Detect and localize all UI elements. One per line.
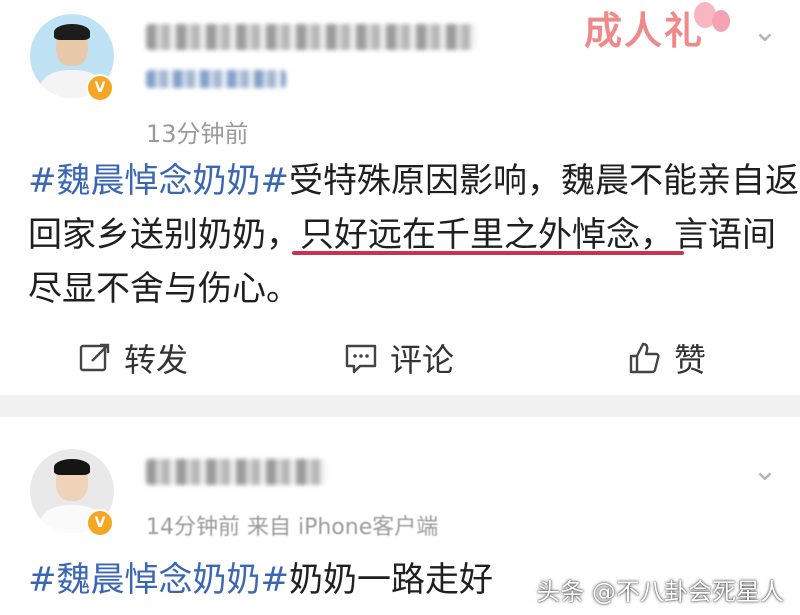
coming-of-age-sticker: 成人礼 bbox=[564, 0, 744, 53]
post-divider bbox=[0, 395, 800, 417]
repost-icon bbox=[79, 343, 110, 372]
comment-button[interactable]: 评论 bbox=[344, 338, 454, 379]
verified-badge-icon: V bbox=[86, 509, 114, 537]
chevron-down-icon[interactable]: ⌄ bbox=[748, 17, 782, 47]
username-blurred[interactable] bbox=[146, 24, 476, 50]
post-time: 13分钟前 bbox=[146, 120, 249, 148]
user-subtitle-blurred bbox=[146, 70, 286, 88]
verified-badge-icon: V bbox=[86, 74, 114, 102]
watermark: 头条 @不八卦会死星人 bbox=[536, 578, 784, 606]
thumbs-up-icon bbox=[629, 342, 660, 374]
post-text: #魏晨悼念奶奶#奶奶一路走好 bbox=[28, 560, 493, 600]
post-time-source: 14分钟前 来自 iPhone客户端 bbox=[146, 515, 439, 540]
weibo-post-1: V 13分钟前 成人礼 ⌄ #魏晨悼念奶奶#受特殊原因影响，魏晨不能亲自返 回家… bbox=[0, 0, 800, 395]
chevron-down-icon[interactable]: ⌄ bbox=[748, 456, 782, 486]
username-blurred[interactable] bbox=[146, 459, 326, 485]
post-actions: 转发 评论 赞 bbox=[0, 332, 800, 388]
comment-icon bbox=[345, 344, 377, 374]
underlined-phrase: 只好远在千里之外悼念， bbox=[300, 215, 674, 255]
hashtag-link[interactable]: #魏晨悼念奶奶# bbox=[28, 161, 289, 201]
post-text: #魏晨悼念奶奶#受特殊原因影响，魏晨不能亲自返 回家乡送别奶奶，只好远在千里之外… bbox=[28, 161, 799, 309]
like-button[interactable]: 赞 bbox=[628, 338, 706, 379]
hashtag-link[interactable]: #魏晨悼念奶奶# bbox=[28, 560, 289, 600]
repost-button[interactable]: 转发 bbox=[78, 338, 188, 379]
